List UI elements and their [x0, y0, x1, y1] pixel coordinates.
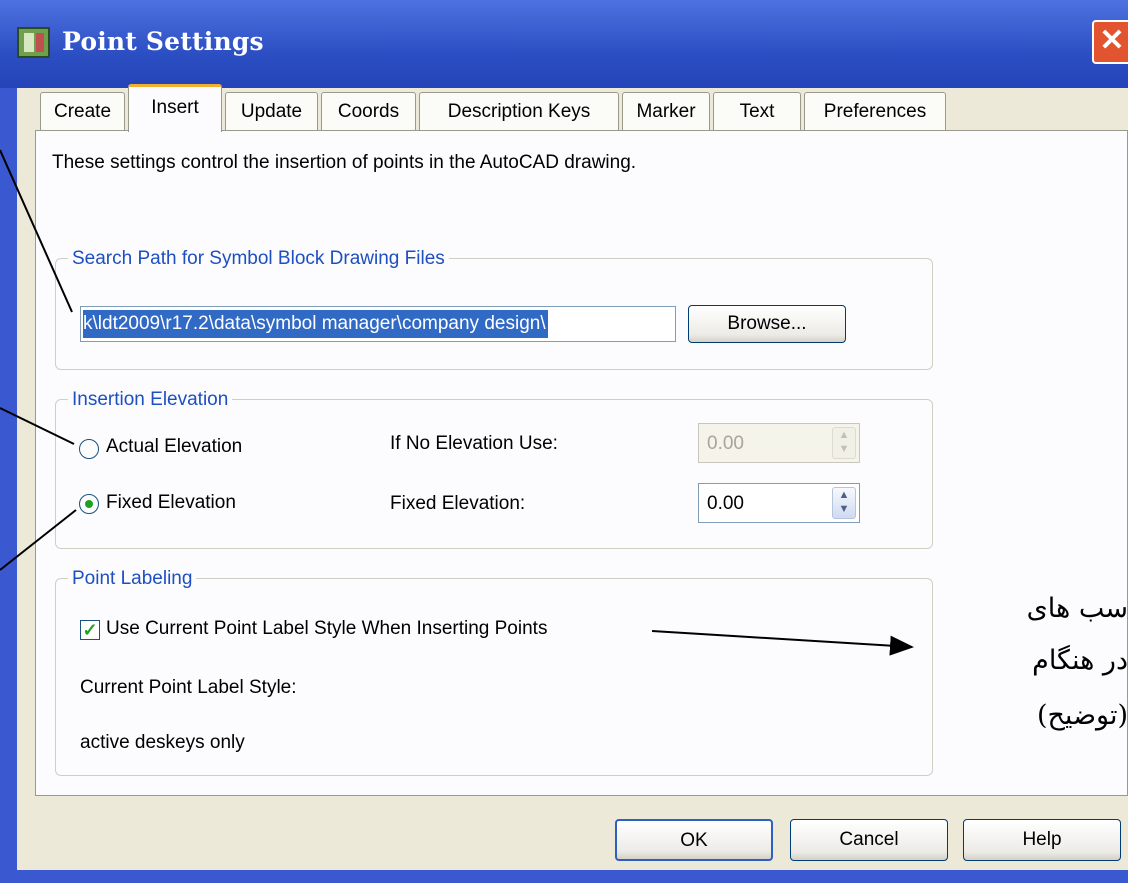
- use-current-label-style-checkbox[interactable]: ✓: [80, 620, 100, 640]
- annotation-line-3: (توضیح): [1036, 700, 1128, 731]
- tab-insert[interactable]: Insert: [128, 84, 222, 132]
- if-no-elevation-value: 0.00: [707, 433, 744, 454]
- point-labeling-group-label: Point Labeling: [68, 568, 197, 590]
- search-path-value: k\ldt2009\r17.2\data\symbol manager\comp…: [83, 310, 548, 338]
- app-icon: [17, 27, 50, 58]
- insertion-elevation-group: [55, 399, 933, 549]
- actual-elevation-label: Actual Elevation: [106, 436, 243, 457]
- use-current-label-style-label: Use Current Point Label Style When Inser…: [106, 618, 548, 639]
- tab-coords[interactable]: Coords: [321, 92, 416, 130]
- tab-preferences[interactable]: Preferences: [804, 92, 946, 130]
- tab-update[interactable]: Update: [225, 92, 318, 130]
- tab-text[interactable]: Text: [713, 92, 801, 130]
- search-path-group-label: Search Path for Symbol Block Drawing Fil…: [68, 248, 449, 270]
- tab-description-keys[interactable]: Description Keys: [419, 92, 619, 130]
- current-label-style-value: active deskeys only: [80, 732, 245, 753]
- actual-elevation-radio[interactable]: [79, 439, 99, 459]
- help-button[interactable]: Help: [963, 819, 1121, 861]
- panel-description: These settings control the insertion of …: [52, 152, 637, 173]
- annotation-line-1: سب های: [1026, 593, 1128, 624]
- tab-marker[interactable]: Marker: [622, 92, 710, 130]
- close-button[interactable]: ✕: [1092, 20, 1128, 64]
- fixed-elevation-value: 0.00: [707, 493, 744, 514]
- fixed-elevation-label: Fixed Elevation: [106, 492, 236, 513]
- insertion-elevation-group-label: Insertion Elevation: [68, 389, 233, 411]
- browse-button[interactable]: Browse...: [688, 305, 846, 343]
- tab-create[interactable]: Create: [40, 92, 125, 130]
- fixed-elevation-field-label: Fixed Elevation:: [390, 493, 526, 514]
- current-label-style-label: Current Point Label Style:: [80, 677, 297, 698]
- fixed-elevation-radio[interactable]: [79, 494, 99, 514]
- cancel-button[interactable]: Cancel: [790, 819, 948, 861]
- fixed-elevation-spinner[interactable]: 0.00 ▲ ▼: [698, 483, 860, 523]
- annotation-line-2: در هنگام: [1032, 645, 1128, 676]
- spinner-arrows-icon[interactable]: ▲ ▼: [832, 487, 856, 519]
- if-no-elevation-label: If No Elevation Use:: [390, 433, 558, 454]
- window-title: Point Settings: [62, 27, 264, 56]
- search-path-input[interactable]: k\ldt2009\r17.2\data\symbol manager\comp…: [80, 306, 676, 342]
- if-no-elevation-spinner: 0.00 ▲ ▼: [698, 423, 860, 463]
- ok-button[interactable]: OK: [615, 819, 773, 861]
- spinner-arrows-icon: ▲ ▼: [832, 427, 856, 459]
